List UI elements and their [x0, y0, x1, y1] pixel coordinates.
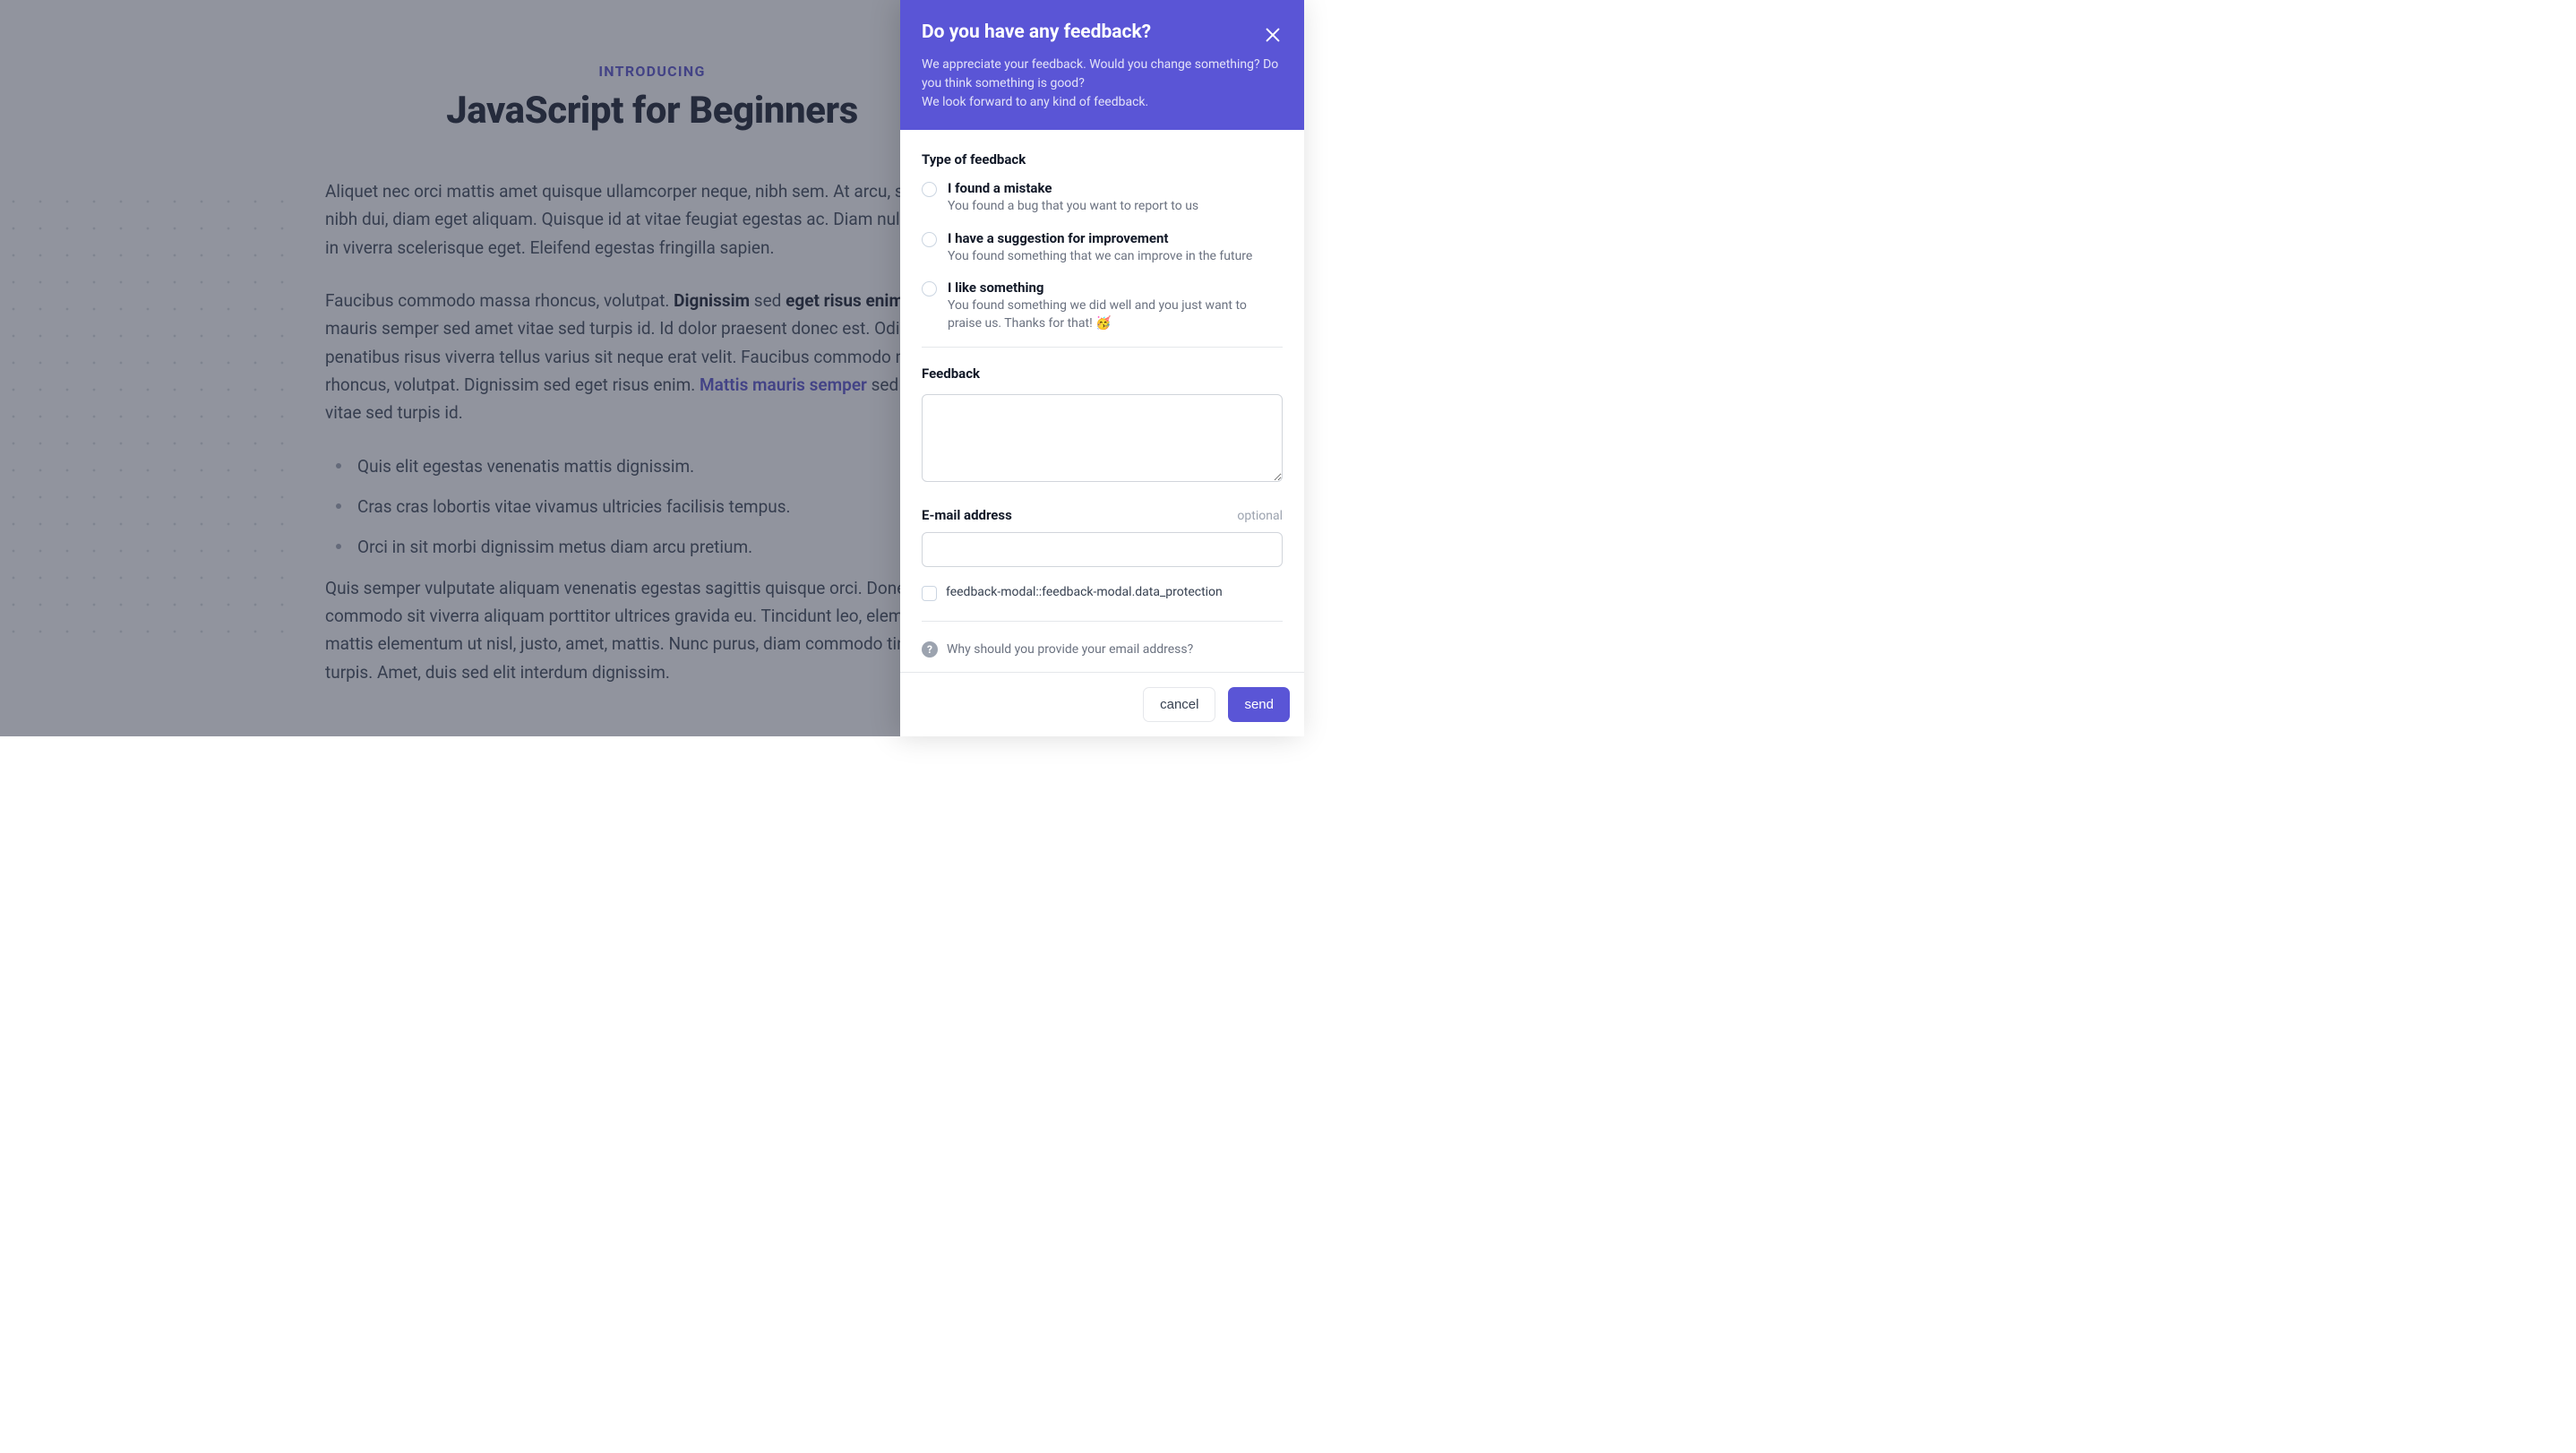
- subtitle-line: We appreciate your feedback. Would you c…: [922, 57, 1278, 90]
- email-info-text: Why should you provide your email addres…: [947, 642, 1193, 657]
- close-button[interactable]: [1263, 25, 1284, 47]
- type-of-feedback-label: Type of feedback: [922, 151, 1283, 168]
- data-protection-checkbox-row[interactable]: feedback-modal::feedback-modal.data_prot…: [922, 585, 1283, 601]
- feedback-label: Feedback: [922, 365, 1283, 382]
- email-info-row[interactable]: ? Why should you provide your email addr…: [922, 641, 1283, 658]
- cancel-button[interactable]: cancel: [1143, 687, 1215, 722]
- option-description: You found a bug that you want to report …: [948, 198, 1198, 216]
- close-icon: [1263, 25, 1283, 45]
- subtitle-line: We look forward to any kind of feedback.: [922, 95, 1148, 109]
- radio-icon: [922, 232, 937, 247]
- feedback-option-mistake[interactable]: I found a mistake You found a bug that y…: [922, 180, 1283, 216]
- feedback-panel: Do you have any feedback? We appreciate …: [900, 0, 1304, 736]
- question-icon: ?: [922, 641, 938, 658]
- radio-icon: [922, 182, 937, 197]
- radio-icon: [922, 281, 937, 297]
- option-description: You found something we did well and you …: [948, 297, 1283, 332]
- option-title: I like something: [948, 279, 1283, 296]
- data-protection-label: feedback-modal::feedback-modal.data_prot…: [946, 585, 1223, 599]
- email-input[interactable]: [922, 532, 1283, 567]
- option-title: I found a mistake: [948, 180, 1198, 196]
- panel-footer: cancel send: [900, 672, 1304, 736]
- panel-header: Do you have any feedback? We appreciate …: [900, 0, 1304, 130]
- feedback-option-like[interactable]: I like something You found something we …: [922, 279, 1283, 332]
- panel-title: Do you have any feedback?: [922, 21, 1283, 43]
- feedback-textarea[interactable]: [922, 394, 1283, 482]
- feedback-option-suggestion[interactable]: I have a suggestion for improvement You …: [922, 230, 1283, 266]
- divider: [922, 621, 1283, 622]
- panel-subtitle: We appreciate your feedback. Would you c…: [922, 56, 1283, 112]
- send-button[interactable]: send: [1228, 687, 1290, 722]
- checkbox-icon: [922, 586, 937, 601]
- email-label: E-mail address: [922, 507, 1012, 523]
- option-description: You found something that we can improve …: [948, 248, 1252, 266]
- panel-body: Type of feedback I found a mistake You f…: [900, 130, 1304, 672]
- option-title: I have a suggestion for improvement: [948, 230, 1252, 246]
- divider: [922, 347, 1283, 348]
- optional-label: optional: [1237, 509, 1283, 523]
